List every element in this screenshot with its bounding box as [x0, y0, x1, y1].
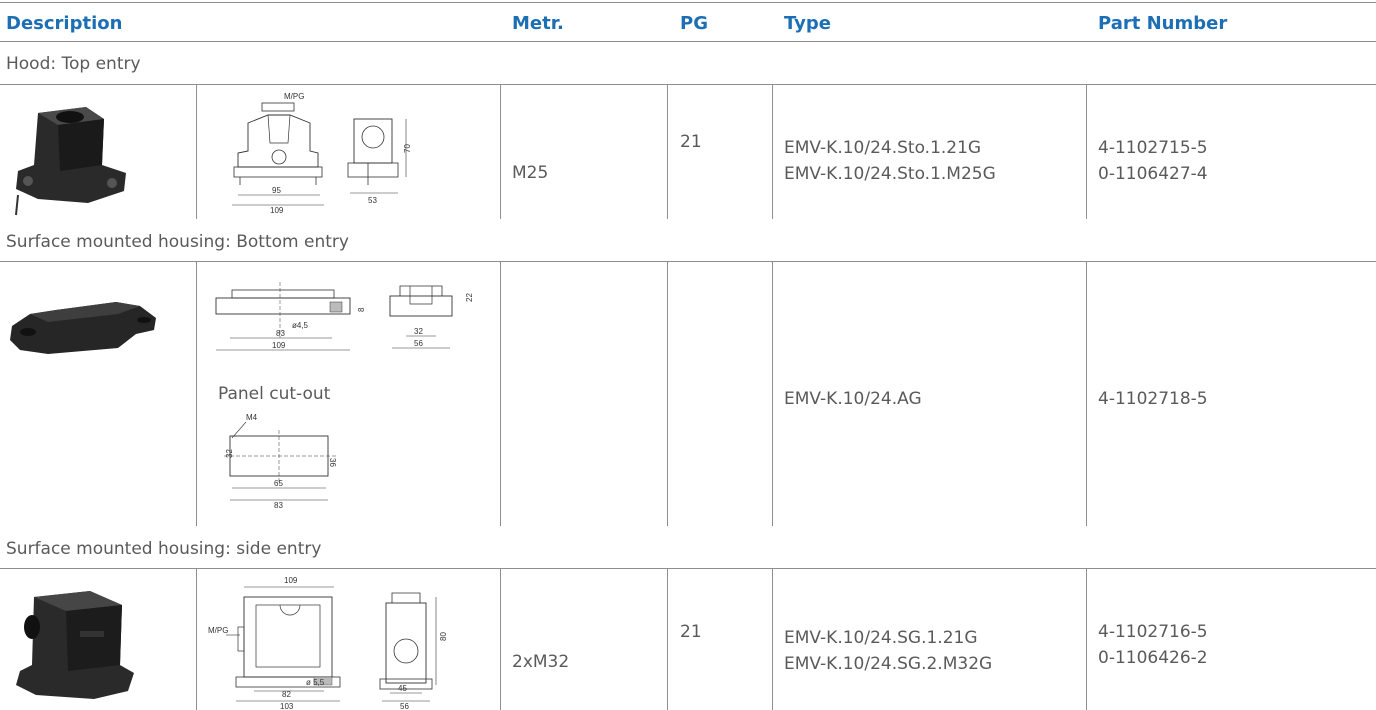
svg-text:22: 22: [465, 293, 474, 302]
hood-type-2: EMV-K.10/24.Sto.1.M25G: [784, 164, 996, 184]
header-pg: PG: [680, 13, 708, 34]
panel-cutout-label: Panel cut-out: [218, 384, 331, 404]
header-part-number: Part Number: [1098, 13, 1228, 34]
svg-text:ø4,5: ø4,5: [292, 321, 309, 330]
hood-metr: M25: [512, 163, 549, 183]
svg-text:53: 53: [368, 196, 377, 205]
svg-text:83: 83: [274, 501, 283, 510]
side-entry-type-1: EMV-K.10/24.SG.1.21G: [784, 628, 978, 648]
svg-text:56: 56: [400, 702, 409, 709]
bottom-entry-part: 4-1102718-5: [1098, 389, 1208, 409]
side-entry-pg: 21: [680, 622, 702, 642]
svg-text:82: 82: [282, 690, 291, 699]
svg-text:83: 83: [276, 329, 285, 338]
svg-text:36: 36: [328, 458, 337, 467]
side-entry-photo: [16, 591, 134, 699]
svg-text:109: 109: [270, 206, 284, 215]
svg-text:103: 103: [280, 702, 294, 709]
section-title-bottom-entry: Surface mounted housing: Bottom entry: [6, 232, 349, 252]
svg-text:8: 8: [357, 307, 366, 312]
section-title-hood: Hood: Top entry: [6, 54, 141, 74]
svg-text:45: 45: [398, 684, 407, 693]
hood-pg: 21: [680, 132, 702, 152]
table-row-bottom-entry: ø4,5 83 109 8 22 32 56 Panel cut-out M4 …: [0, 261, 1376, 526]
svg-text:95: 95: [272, 186, 281, 195]
svg-text:M/PG: M/PG: [284, 92, 304, 101]
panel-cutout-drawing: M4 32 36 65 83: [224, 413, 337, 510]
side-entry-part-2: 0-1106426-2: [1098, 648, 1208, 668]
svg-text:32: 32: [225, 449, 234, 458]
svg-text:65: 65: [274, 479, 283, 488]
hood-part-2: 0-1106427-4: [1098, 164, 1208, 184]
hood-photo: [15, 107, 126, 216]
svg-text:109: 109: [272, 341, 286, 350]
hood-type-1: EMV-K.10/24.Sto.1.21G: [784, 138, 982, 158]
side-entry-part-1: 4-1102716-5: [1098, 622, 1208, 642]
bottom-entry-drawing: ø4,5 83 109 8 22 32 56: [215, 282, 474, 351]
svg-text:32: 32: [414, 327, 423, 336]
bottom-entry-photo: [10, 302, 156, 354]
side-entry-type-2: EMV-K.10/24.SG.2.M32G: [784, 654, 993, 674]
svg-text:M4: M4: [246, 413, 258, 422]
svg-text:56: 56: [414, 339, 423, 348]
svg-text:109: 109: [284, 576, 298, 585]
bottom-entry-type: EMV-K.10/24.AG: [784, 389, 922, 409]
table-row-side-entry: 109 M/PG 82 ø 5,5 103 80 45 56 2xM32 21 …: [0, 568, 1376, 710]
side-entry-drawing: 109 M/PG 82 ø 5,5 103 80 45 56: [208, 576, 448, 709]
hood-part-1: 4-1102715-5: [1098, 138, 1208, 158]
svg-text:M/PG: M/PG: [208, 626, 228, 635]
section-title-side-entry: Surface mounted housing: side entry: [6, 539, 322, 559]
table-row-hood: M/PG 95 109 70 53 M25 21 EMV-K.10/24.Sto…: [0, 84, 1376, 219]
svg-text:70: 70: [403, 144, 412, 153]
side-entry-metr: 2xM32: [512, 652, 570, 672]
table-header: Description Metr. PG Type Part Number: [0, 2, 1376, 42]
header-metr: Metr.: [512, 13, 564, 34]
svg-text:80: 80: [439, 632, 448, 641]
header-description: Description: [6, 13, 123, 34]
svg-text:ø 5,5: ø 5,5: [306, 678, 325, 687]
header-type: Type: [784, 13, 831, 34]
hood-drawing: M/PG 95 109 70 53: [232, 92, 412, 215]
